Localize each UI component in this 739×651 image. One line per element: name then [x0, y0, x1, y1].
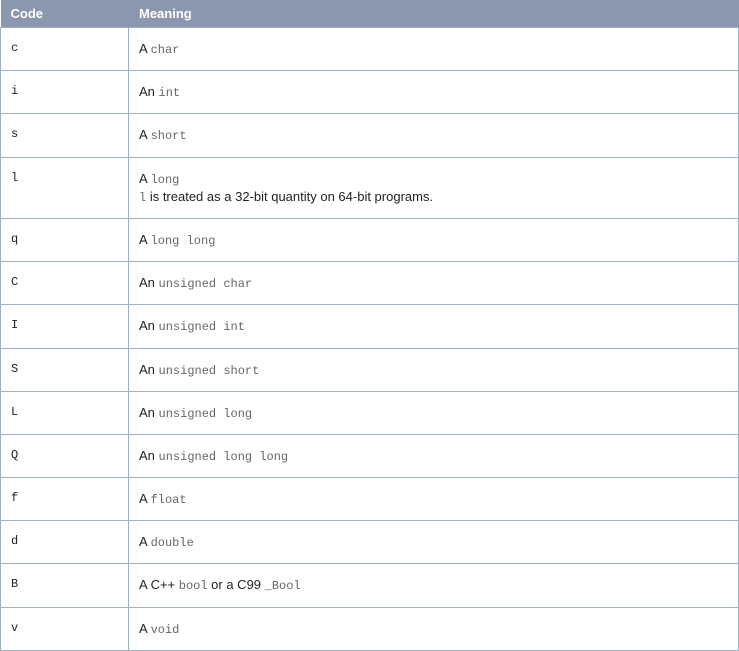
meaning-cell: A C++ bool or a C99 _Bool [129, 564, 739, 607]
meaning-line: A C++ bool or a C99 _Bool [139, 576, 728, 594]
table-row: I An unsigned int [1, 305, 739, 348]
meaning-cell: An unsigned long long [129, 434, 739, 477]
meaning-cell: A char [129, 28, 739, 71]
meaning-prefix: An [139, 84, 159, 99]
table-row: fA float [1, 478, 739, 521]
table-row: sA short [1, 114, 739, 157]
meaning-cell: An unsigned int [129, 305, 739, 348]
meaning-line: A long long [139, 231, 728, 249]
meaning-line: An unsigned short [139, 361, 728, 379]
table-row: qA long long [1, 218, 739, 261]
meaning-type-2: _Bool [265, 579, 301, 593]
header-code: Code [1, 0, 129, 28]
meaning-cell: A void [129, 607, 739, 650]
meaning-type: bool [179, 579, 208, 593]
meaning-line: A void [139, 620, 728, 638]
meaning-type: unsigned char [159, 277, 253, 291]
meaning-prefix: An [139, 448, 159, 463]
meaning-type: unsigned int [159, 320, 245, 334]
table-row: Q An unsigned long long [1, 434, 739, 477]
meaning-prefix: A [139, 621, 151, 636]
type-encoding-table: Code Meaning cA chariAn intsA shortlA lo… [0, 0, 739, 651]
meaning-prefix: A C++ [139, 577, 179, 592]
code-cell: l [1, 157, 129, 218]
table-header-row: Code Meaning [1, 0, 739, 28]
meaning-line: An unsigned long long [139, 447, 728, 465]
meaning-prefix: A [139, 41, 151, 56]
code-cell: B [1, 564, 129, 607]
meaning-cell: An unsigned short [129, 348, 739, 391]
meaning-type: short [151, 129, 187, 143]
meaning-cell: A longl is treated as a 32-bit quantity … [129, 157, 739, 218]
code-cell: Q [1, 434, 129, 477]
meaning-line: A char [139, 40, 728, 58]
code-cell: c [1, 28, 129, 71]
table-row: dA double [1, 521, 739, 564]
meaning-prefix: A [139, 127, 151, 142]
meaning-type: char [151, 43, 180, 57]
meaning-line: An unsigned char [139, 274, 728, 292]
meaning-line: An unsigned int [139, 317, 728, 335]
meaning-extra-text: is treated as a 32-bit quantity on 64-bi… [146, 189, 433, 204]
header-meaning: Meaning [129, 0, 739, 28]
code-cell: S [1, 348, 129, 391]
meaning-prefix: An [139, 318, 159, 333]
table-row: cA char [1, 28, 739, 71]
code-cell: f [1, 478, 129, 521]
meaning-type: void [151, 623, 180, 637]
meaning-prefix: An [139, 275, 159, 290]
code-cell: L [1, 391, 129, 434]
code-cell: v [1, 607, 129, 650]
meaning-line: An int [139, 83, 728, 101]
meaning-type: int [159, 86, 181, 100]
code-cell: C [1, 262, 129, 305]
meaning-extra-line: l is treated as a 32-bit quantity on 64-… [139, 188, 728, 206]
table-row: C An unsigned char [1, 262, 739, 305]
meaning-type: unsigned short [159, 364, 260, 378]
meaning-line: A double [139, 533, 728, 551]
meaning-cell: A long long [129, 218, 739, 261]
meaning-type: unsigned long long [159, 450, 289, 464]
table-row: vA void [1, 607, 739, 650]
table-row: B A C++ bool or a C99 _Bool [1, 564, 739, 607]
meaning-line: A float [139, 490, 728, 508]
meaning-cell: A short [129, 114, 739, 157]
table-row: i An int [1, 71, 739, 114]
meaning-cell: A float [129, 478, 739, 521]
meaning-type: unsigned long [159, 407, 253, 421]
meaning-cell: An int [129, 71, 739, 114]
meaning-line: An unsigned long [139, 404, 728, 422]
code-cell: i [1, 71, 129, 114]
meaning-prefix: A [139, 232, 151, 247]
table-row: L An unsigned long [1, 391, 739, 434]
meaning-prefix: An [139, 362, 159, 377]
meaning-mid: or a C99 [208, 577, 265, 592]
meaning-type: long [151, 173, 180, 187]
meaning-line: A short [139, 126, 728, 144]
meaning-prefix: An [139, 405, 159, 420]
meaning-cell: A double [129, 521, 739, 564]
meaning-type: float [151, 493, 187, 507]
table-row: lA longl is treated as a 32-bit quantity… [1, 157, 739, 218]
meaning-type: long long [151, 234, 216, 248]
code-cell: q [1, 218, 129, 261]
meaning-cell: An unsigned char [129, 262, 739, 305]
code-cell: d [1, 521, 129, 564]
meaning-prefix: A [139, 491, 151, 506]
meaning-prefix: A [139, 171, 151, 186]
meaning-type: double [151, 536, 194, 550]
meaning-prefix: A [139, 534, 151, 549]
table-row: S An unsigned short [1, 348, 739, 391]
meaning-cell: An unsigned long [129, 391, 739, 434]
code-cell: s [1, 114, 129, 157]
code-cell: I [1, 305, 129, 348]
meaning-line: A long [139, 170, 728, 188]
